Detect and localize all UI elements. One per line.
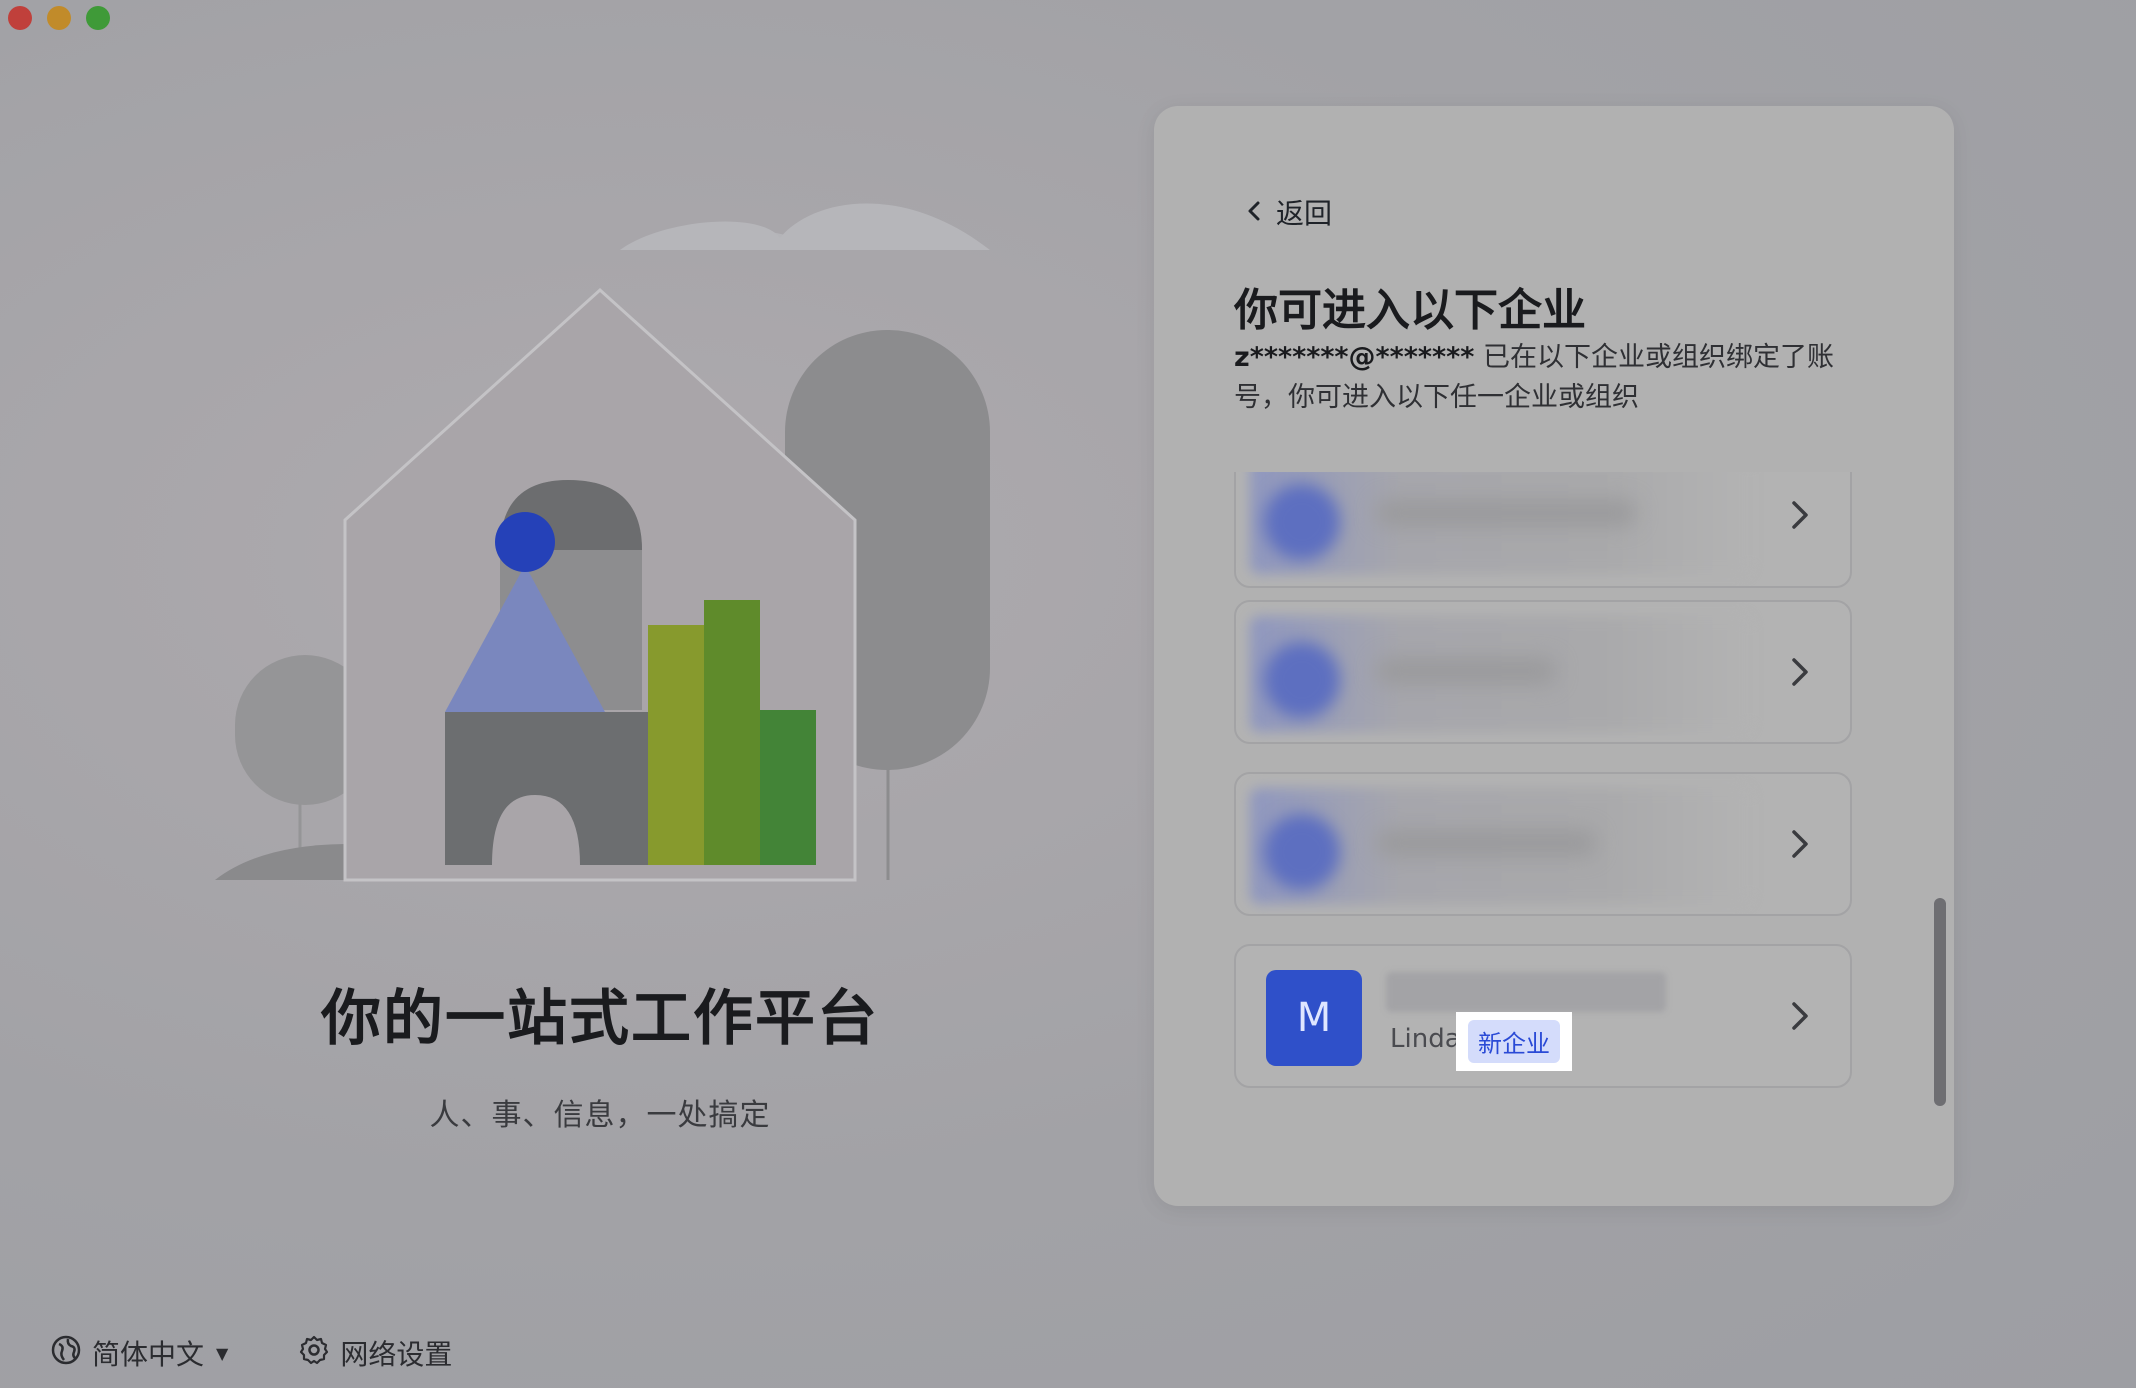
new-org-tag-highlight: 新企业 xyxy=(1456,1012,1572,1071)
chevron-right-icon xyxy=(1788,495,1814,535)
blurred-org-name xyxy=(1376,830,1596,856)
org-item[interactable] xyxy=(1234,772,1852,916)
back-button[interactable]: 返回 xyxy=(1244,192,1332,232)
blurred-org-name xyxy=(1376,500,1636,526)
caret-down-icon: ▼ xyxy=(216,1343,229,1363)
chevron-left-icon xyxy=(1244,196,1266,229)
chevron-right-icon xyxy=(1788,824,1814,864)
language-selector[interactable]: 简体中文 ▼ xyxy=(50,1333,228,1373)
new-org-tag: 新企业 xyxy=(1468,1020,1560,1063)
network-settings-button[interactable]: 网络设置 xyxy=(298,1333,452,1373)
masked-account: z*******@******* xyxy=(1234,342,1475,373)
chevron-right-icon xyxy=(1788,652,1814,692)
globe-icon xyxy=(50,1334,82,1373)
card-title: 你可进入以下企业 xyxy=(1234,285,1586,336)
blurred-avatar xyxy=(1264,484,1340,560)
close-window-button[interactable] xyxy=(8,6,32,30)
hero-title: 你的一站式工作平台 xyxy=(321,984,879,1054)
gear-icon xyxy=(298,1334,330,1373)
minimize-window-button[interactable] xyxy=(47,6,71,30)
blurred-avatar xyxy=(1264,642,1340,718)
language-label: 简体中文 xyxy=(92,1338,205,1371)
window-controls xyxy=(8,6,110,30)
network-settings-label: 网络设置 xyxy=(340,1338,453,1371)
organization-list: M Linda 新企业 xyxy=(1234,472,1852,1222)
chevron-right-icon xyxy=(1788,996,1814,1036)
bottom-bar: 简体中文 ▼ 网络设置 xyxy=(50,1333,452,1373)
org-item[interactable] xyxy=(1234,472,1852,588)
back-label: 返回 xyxy=(1276,197,1333,230)
card-description: z*******@******* 已在以下企业或组织绑定了账号，你可进入以下任一… xyxy=(1234,338,1854,418)
hero-illustration xyxy=(200,190,1020,890)
org-avatar: M xyxy=(1266,970,1362,1066)
blurred-avatar xyxy=(1264,814,1340,890)
blurred-org-name xyxy=(1386,972,1666,1012)
org-owner: Linda xyxy=(1390,1024,1461,1054)
blurred-org-name xyxy=(1376,658,1556,684)
org-item[interactable] xyxy=(1234,600,1852,744)
maximize-window-button[interactable] xyxy=(86,6,110,30)
organization-select-card: 返回 你可进入以下企业 z*******@******* 已在以下企业或组织绑定… xyxy=(1154,106,1954,1206)
org-item-new[interactable]: M Linda 新企业 xyxy=(1234,944,1852,1088)
list-scrollbar[interactable] xyxy=(1934,898,1946,1106)
hero-subtitle: 人、事、信息，一处搞定 xyxy=(429,1098,771,1133)
